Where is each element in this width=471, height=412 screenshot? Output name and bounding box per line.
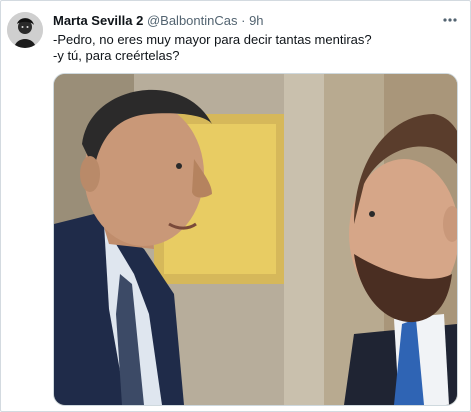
header-separator: · [241, 13, 246, 28]
tweet-text-line: -y tú, para creértelas? [53, 48, 180, 63]
tweet-text-line: -Pedro, no eres muy mayor para decir tan… [53, 32, 372, 47]
photo-two-men-facing [54, 74, 457, 405]
tweet-card[interactable]: Marta Sevilla 2 @BalbontinCas · 9h -Pedr… [0, 0, 471, 412]
author-avatar[interactable] [7, 12, 43, 48]
avatar-image [7, 12, 43, 48]
tweet-header: Marta Sevilla 2 @BalbontinCas · 9h [53, 13, 264, 29]
tweet-text: -Pedro, no eres muy mayor para decir tan… [53, 32, 372, 64]
tweet-photo[interactable] [53, 73, 458, 406]
more-options-icon [443, 18, 457, 22]
author-name[interactable]: Marta Sevilla 2 [53, 13, 143, 28]
author-handle[interactable]: @BalbontinCas [147, 13, 238, 28]
tweet-timestamp[interactable]: 9h [249, 13, 263, 28]
more-options-button[interactable] [440, 12, 460, 28]
